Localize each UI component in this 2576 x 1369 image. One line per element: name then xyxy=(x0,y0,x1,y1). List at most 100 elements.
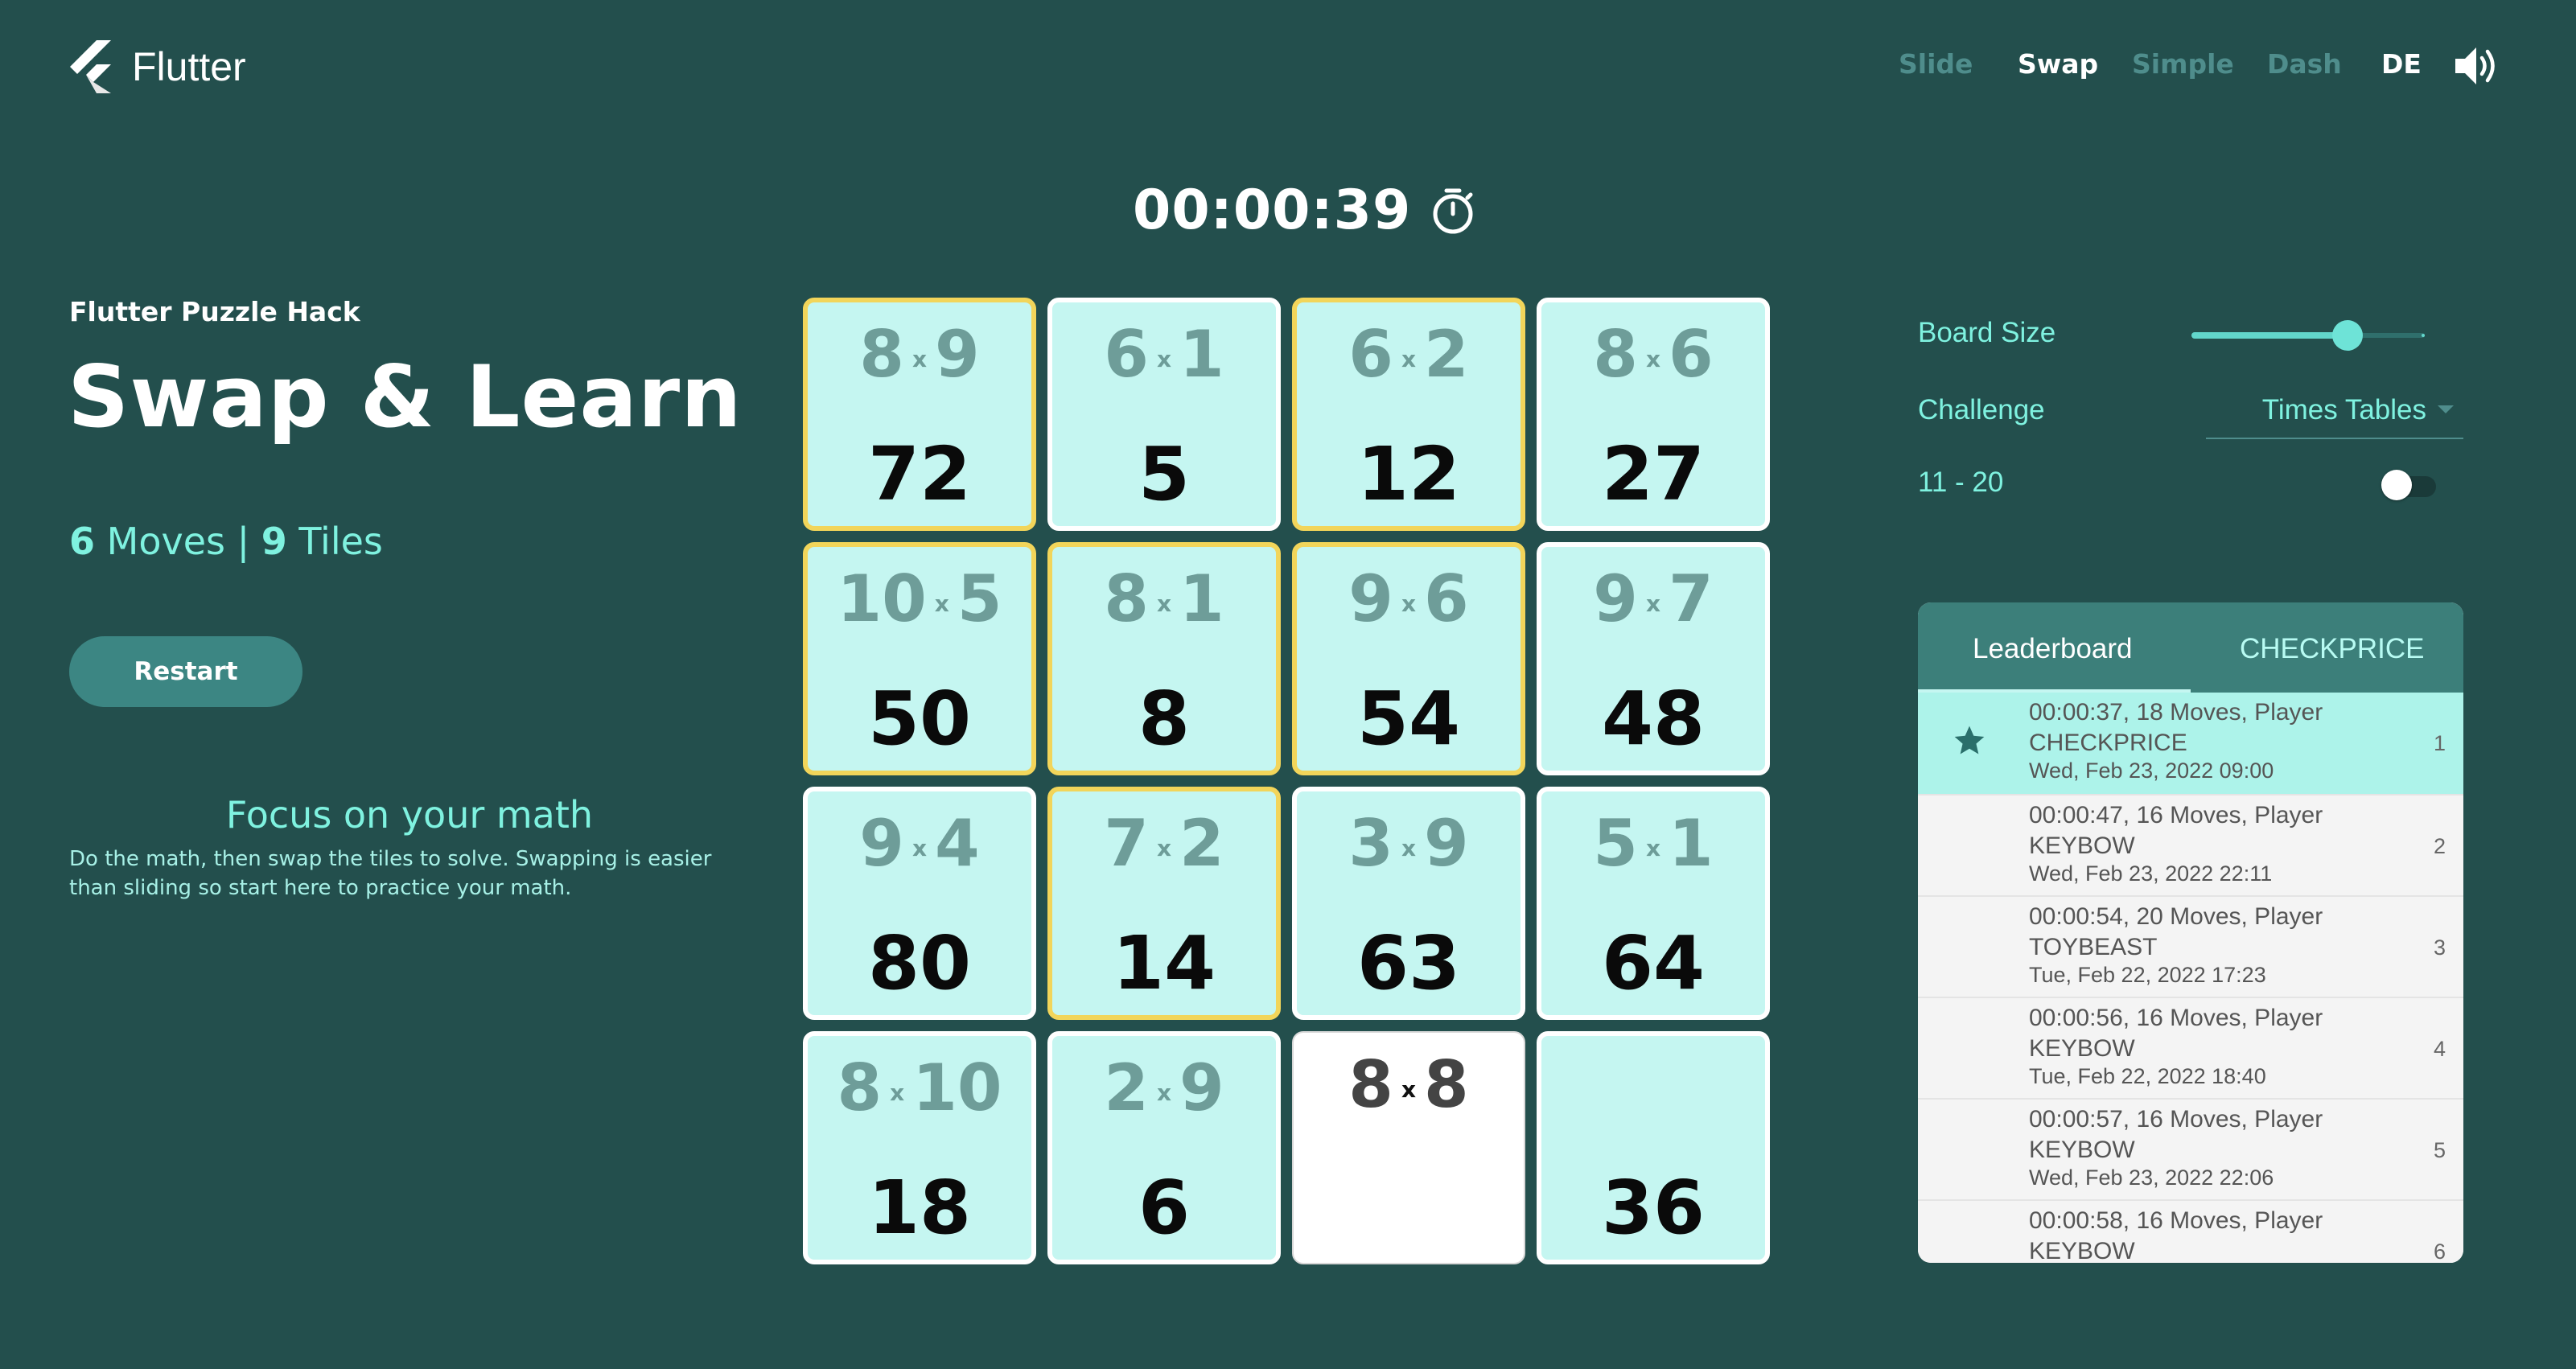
puzzle-tile[interactable]: 2x9 6 xyxy=(1047,1031,1281,1264)
tile-equation: 9x4 xyxy=(859,806,980,881)
tile-answer: 36 xyxy=(1601,1165,1706,1251)
nav-slide[interactable]: Slide xyxy=(1899,48,1973,80)
challenge-dropdown[interactable]: Times Tables xyxy=(2206,391,2463,439)
stopwatch-icon xyxy=(1433,188,1473,233)
puzzle-tile[interactable]: 9 x 6 54 xyxy=(1292,542,1525,775)
nav-simple[interactable]: Simple xyxy=(2132,48,2234,80)
tiles-label: Tiles xyxy=(298,520,383,563)
puzzle-tile[interactable]: 8 x 9 72 xyxy=(803,298,1036,531)
chevron-down-icon xyxy=(2438,405,2454,413)
puzzle-tile[interactable]: 7 x 2 14 xyxy=(1047,787,1281,1020)
tile-answer: 72 xyxy=(867,431,972,517)
entry-date: Wed, Feb 23, 2022 22:11 xyxy=(2029,861,2273,886)
nav-dash[interactable]: Dash xyxy=(2267,48,2342,80)
tile-answer: 6 xyxy=(1138,1165,1190,1251)
puzzle-tile[interactable]: 9 x 4 80 xyxy=(803,787,1036,1020)
tile-equation: 5x1 xyxy=(1593,806,1714,881)
leaderboard-row[interactable]: 00:00:57, 16 Moves, Player KEYBOW Wed, F… xyxy=(1918,1098,2463,1199)
puzzle-tile[interactable]: x36 xyxy=(1537,1031,1770,1264)
entry-rank: 2 xyxy=(2433,834,2446,858)
tab-player[interactable]: CHECKPRICE xyxy=(2240,633,2424,665)
entry-player: TOYBEAST xyxy=(2029,934,2158,960)
puzzle-board: 8 x 9 72 6x1 5 6 x 2 12 8 x 6 27 10 x 5 50 8x1 8 9 x 6 54… xyxy=(803,298,1770,1264)
entry-summary: 00:00:58, 16 Moves, Player xyxy=(2029,1207,2323,1234)
tile-equation: 3x9 xyxy=(1348,806,1469,881)
entry-player: CHECKPRICE xyxy=(2029,730,2187,756)
range-label: 11 - 20 xyxy=(1918,467,2004,498)
stats-separator: | xyxy=(237,520,250,563)
entry-summary: 00:00:54, 20 Moves, Player xyxy=(2029,903,2323,930)
tile-answer: 80 xyxy=(867,920,972,1006)
puzzle-tile[interactable]: 6x1 5 xyxy=(1047,298,1281,531)
tile-answer: 64 xyxy=(1601,920,1706,1006)
puzzle-tile[interactable]: 6 x 2 12 xyxy=(1292,298,1525,531)
tile-equation: 9x6 xyxy=(1348,561,1469,636)
tile-answer: 14 xyxy=(1112,920,1216,1006)
restart-button[interactable]: Restart xyxy=(69,636,302,707)
puzzle-tile[interactable]: 8 x 6 27 xyxy=(1537,298,1770,531)
tiles-count: 9 xyxy=(261,520,287,563)
tile-equation: 8x9 xyxy=(859,317,980,392)
moves-tiles-stats: 6 Moves | 9 Tiles xyxy=(69,520,383,563)
puzzle-tile[interactable]: 10 x 5 50 xyxy=(803,542,1036,775)
tile-equation: 8x8 xyxy=(1348,1047,1469,1122)
tile-equation: 8 x 10 xyxy=(837,1050,1002,1125)
star-icon xyxy=(1954,726,1985,754)
tab-leaderboard[interactable]: Leaderboard xyxy=(1973,633,2133,665)
slider-end-tick xyxy=(2422,334,2425,337)
tile-equation: 6x1 xyxy=(1104,317,1224,392)
entry-rank: 1 xyxy=(2433,731,2446,755)
entry-rank: 4 xyxy=(2433,1037,2446,1061)
puzzle-tile[interactable]: 5 x 1 64 xyxy=(1537,787,1770,1020)
puzzle-tile-empty-slot[interactable]: 8x8 xyxy=(1292,1031,1525,1264)
entry-rank: 3 xyxy=(2433,935,2446,960)
puzzle-tile[interactable]: 8x1 8 xyxy=(1047,542,1281,775)
slider-fill xyxy=(2191,332,2348,339)
focus-description: Do the math, then swap the tiles to solv… xyxy=(69,847,712,900)
entry-summary: 00:00:37, 18 Moves, Player xyxy=(2029,699,2323,726)
moves-count: 6 xyxy=(69,520,96,563)
leaderboard-row[interactable]: 00:00:54, 20 Moves, Player TOYBEAST Tue,… xyxy=(1918,895,2463,997)
leaderboard-row[interactable]: 00:00:56, 16 Moves, Player KEYBOW Tue, F… xyxy=(1918,997,2463,1098)
range-toggle[interactable] xyxy=(2381,467,2442,500)
tile-answer: 12 xyxy=(1356,431,1461,517)
hack-subtitle: Flutter Puzzle Hack xyxy=(69,296,360,327)
entry-player: KEYBOW xyxy=(2029,832,2135,859)
puzzle-tile[interactable]: 8 x 10 18 xyxy=(803,1031,1036,1264)
game-timer: 00:00:39 xyxy=(1133,179,1475,242)
tile-answer: 48 xyxy=(1601,676,1706,762)
app-root: Flutter Slide Swap Simple Dash DE 00:00:… xyxy=(0,0,2576,1369)
nav-swap[interactable]: Swap xyxy=(2018,48,2098,80)
puzzle-tile[interactable]: 9 x 7 48 xyxy=(1537,542,1770,775)
tile-equation: 8x6 xyxy=(1593,317,1714,392)
board-size-slider[interactable] xyxy=(2191,320,2425,351)
top-nav: Slide Swap Simple Dash DE xyxy=(0,45,2576,85)
page-title: Swap & Learn xyxy=(68,347,743,446)
tile-equation: 8x1 xyxy=(1104,561,1224,636)
tile-answer: 50 xyxy=(867,676,972,762)
tile-equation: 9x7 xyxy=(1593,561,1714,636)
focus-title: Focus on your math xyxy=(225,793,594,837)
nav-language-de[interactable]: DE xyxy=(2381,48,2422,80)
tile-equation: 6x2 xyxy=(1348,317,1469,392)
slider-thumb[interactable] xyxy=(2332,320,2364,351)
leaderboard-row[interactable]: 00:00:47, 16 Moves, Player KEYBOW Wed, F… xyxy=(1918,794,2463,895)
tile-answer: 54 xyxy=(1356,676,1461,762)
tile-answer: 27 xyxy=(1601,431,1706,517)
board-size-label: Board Size xyxy=(1918,317,2056,348)
tile-equation: 10 x 5 xyxy=(837,561,1002,636)
leaderboard-tabs: Leaderboard CHECKPRICE xyxy=(1918,602,2463,693)
speaker-volume-icon[interactable] xyxy=(2454,44,2499,88)
entry-rank: 5 xyxy=(2433,1138,2446,1162)
leaderboard-row[interactable]: 00:00:58, 16 Moves, Player KEYBOW 6 xyxy=(1918,1199,2463,1263)
entry-date: Wed, Feb 23, 2022 09:00 xyxy=(2029,758,2274,783)
challenge-label: Challenge xyxy=(1918,394,2045,426)
entry-player: KEYBOW xyxy=(2029,1035,2135,1062)
puzzle-tile[interactable]: 3 x 9 63 xyxy=(1292,787,1525,1020)
entry-player: KEYBOW xyxy=(2029,1137,2135,1163)
leaderboard-panel: Leaderboard CHECKPRICE 00:00:37, 18 Move… xyxy=(1918,602,2463,1263)
toggle-knob xyxy=(2381,470,2412,500)
leaderboard-row[interactable]: 00:00:37, 18 Moves, Player CHECKPRICE We… xyxy=(1918,693,2463,794)
challenge-value: Times Tables xyxy=(2261,394,2426,426)
moves-label: Moves xyxy=(106,520,225,563)
